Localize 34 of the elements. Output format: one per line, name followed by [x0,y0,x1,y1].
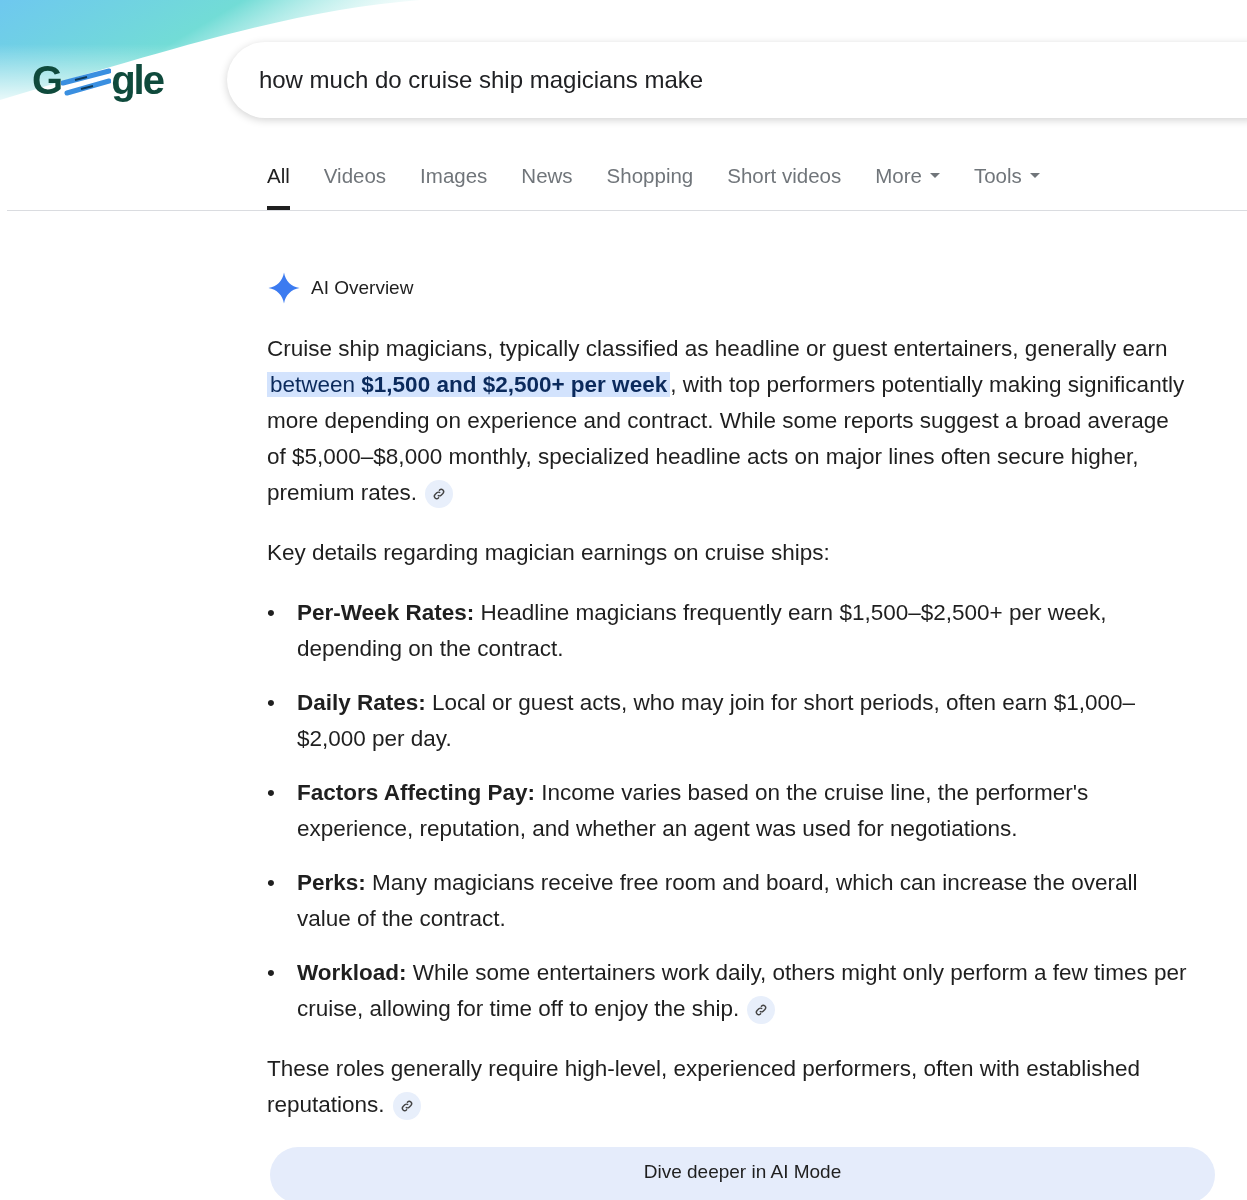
link-icon [754,1003,769,1018]
lead-text: Key details regarding magician earnings on cruise ships: [267,539,831,567]
highlighted-answer[interactable]: between $1,500 and $2,500+ per week [267,372,671,397]
bullet-marker: • [267,689,276,717]
link-icon [399,1099,414,1114]
search-field[interactable]: how much do cruise ship magicians make [226,42,1247,118]
bullet-marker: • [267,869,276,897]
search-tab[interactable]: Tools [973,164,1040,210]
bullet-text: Factors Affecting Pay: Income varies based on the cruise line, the performer's experience, reputation, and whether an agent was used for negotiations. [297,779,1090,843]
ai-mode-button[interactable]: Dive deeper in AI Mode [270,1147,1215,1200]
bullet-text: Daily Rates: Local or guest acts, who may join for short periods, often earn $1,000–$2,000 per day. [297,689,1136,753]
sparkle-icon [267,271,301,305]
link-button[interactable] [392,1092,421,1121]
bullet-marker: • [267,599,276,627]
search-tab[interactable]: Shopping [606,164,694,210]
bullet-marker: • [267,959,276,987]
bullet-text: Perks: Many magicians receive free room and board, which can increase the overall value of the contract. [297,869,1139,933]
search-tab[interactable]: Images [420,164,488,210]
bullet-marker: • [267,779,276,807]
bullet-text: Workload: While some entertainers work daily, others might only perform a few times per cruise, allowing for time off to enjoy the ship. [297,955,1192,1027]
link-icon [432,487,447,502]
search-tab[interactable]: All [267,164,290,210]
closing-paragraph: These roles generally require high-level, experienced performers, often with established reputations. [267,1051,1192,1123]
search-tab[interactable]: More [875,164,940,210]
search-tab[interactable]: Short videos [727,164,842,210]
logo-text: gle [111,57,163,103]
search-tab[interactable]: News [521,164,573,210]
logo-letter: G [32,57,62,103]
overview-title: AI Overview [311,277,414,299]
search-tab[interactable]: Videos [323,164,387,210]
bullet-text: Per-Week Rates: Headline magicians frequently earn $1,500–$2,500+ per week, depending on the contract. [297,599,1108,663]
overview-paragraph: Cruise ship magicians, typically classified as headline or guest entertainers, generally earn between $1,500 and $2,500+ per week, with top performers potentially making significantly more depending on experience and contract. While some reports suggest a broad average of $5,000–$8,000 monthly, specialized headline acts on major lines often secure higher, premium rates. [267,331,1192,511]
link-button[interactable] [747,996,776,1025]
link-button[interactable] [425,480,454,509]
